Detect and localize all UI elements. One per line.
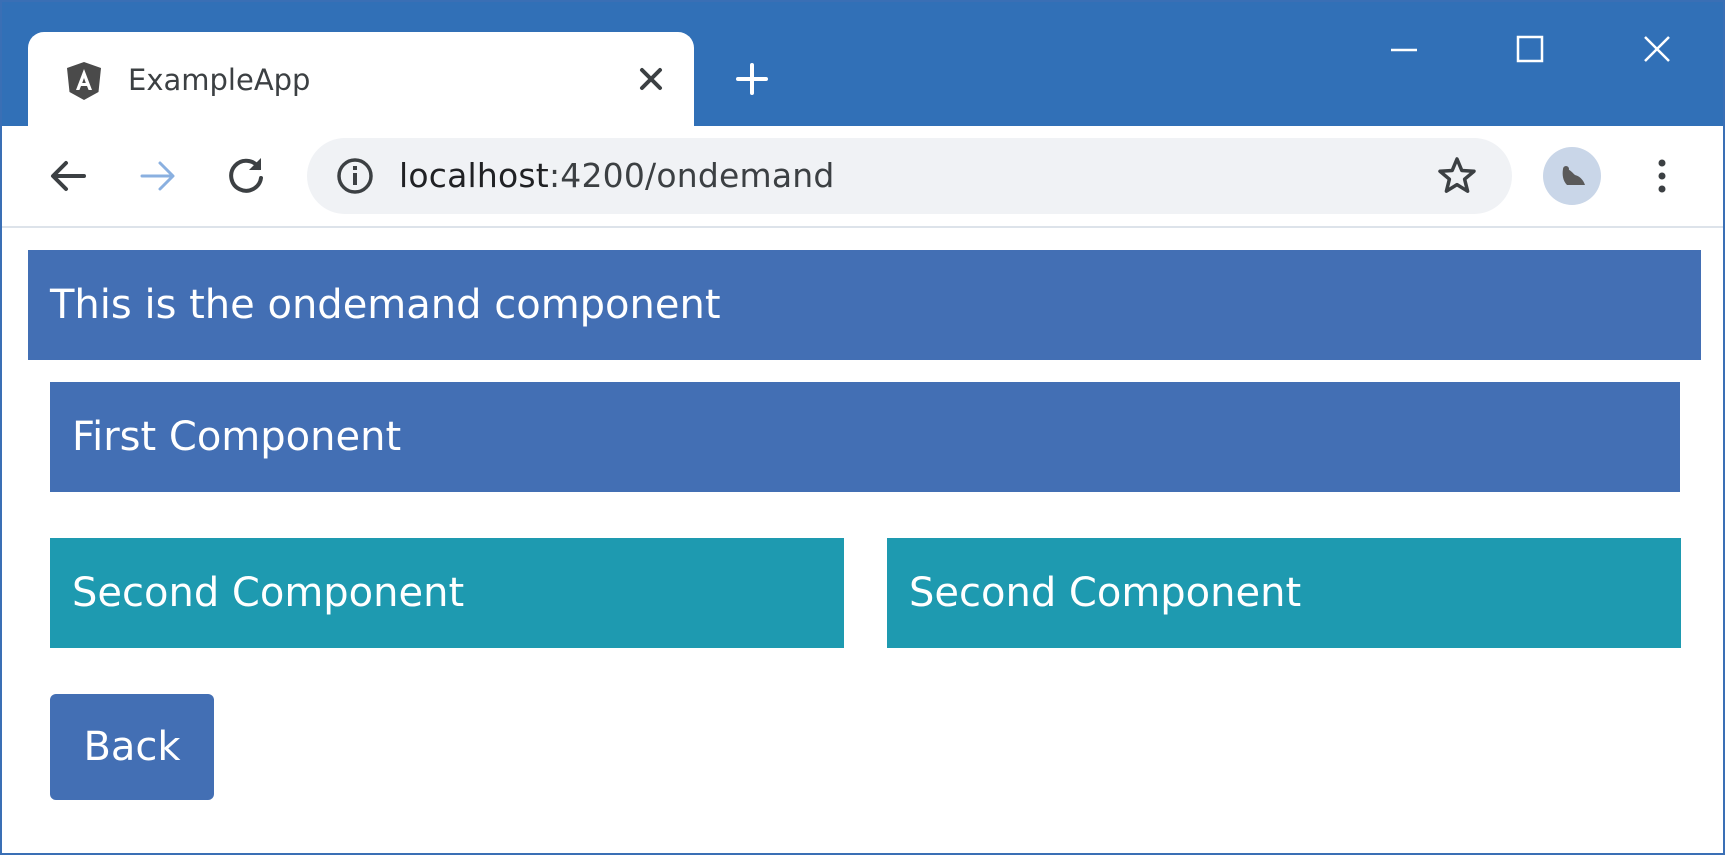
second-component: Second Component: [50, 538, 844, 648]
info-icon[interactable]: [335, 156, 375, 196]
second-component-text: Second Component: [909, 570, 1302, 616]
tab-title: ExampleApp: [128, 63, 311, 97]
browser-window: ExampleApp localhost:4200/ondemand This …: [0, 0, 1725, 855]
url-text: localhost:4200/ondemand: [399, 154, 835, 198]
minimize-icon[interactable]: [1374, 24, 1434, 74]
url-path: :4200/ondemand: [548, 156, 835, 195]
reload-icon[interactable]: [220, 150, 272, 202]
arrow-left-icon[interactable]: [42, 150, 94, 202]
browser-tab[interactable]: ExampleApp: [28, 32, 694, 126]
plus-icon[interactable]: [730, 57, 774, 101]
first-component: First Component: [50, 382, 1680, 492]
arrow-right-icon[interactable]: [132, 150, 184, 202]
address-bar[interactable]: localhost:4200/ondemand: [307, 138, 1512, 214]
first-component-text: First Component: [72, 414, 402, 460]
second-component-text: Second Component: [72, 570, 465, 616]
back-button[interactable]: Back: [50, 694, 214, 800]
ondemand-header-text: This is the ondemand component: [50, 282, 721, 328]
second-component: Second Component: [887, 538, 1681, 648]
url-host: localhost: [399, 156, 549, 195]
close-icon[interactable]: [631, 59, 671, 99]
angular-icon: [62, 59, 106, 103]
title-bar: ExampleApp: [2, 2, 1723, 126]
close-icon[interactable]: [1627, 24, 1687, 74]
more-vert-icon[interactable]: [1642, 150, 1682, 202]
maximize-icon[interactable]: [1500, 24, 1560, 74]
browser-toolbar: localhost:4200/ondemand: [2, 126, 1723, 228]
ondemand-header: This is the ondemand component: [28, 250, 1701, 360]
star-icon[interactable]: [1435, 154, 1479, 198]
profile-avatar-icon[interactable]: [1543, 147, 1601, 205]
